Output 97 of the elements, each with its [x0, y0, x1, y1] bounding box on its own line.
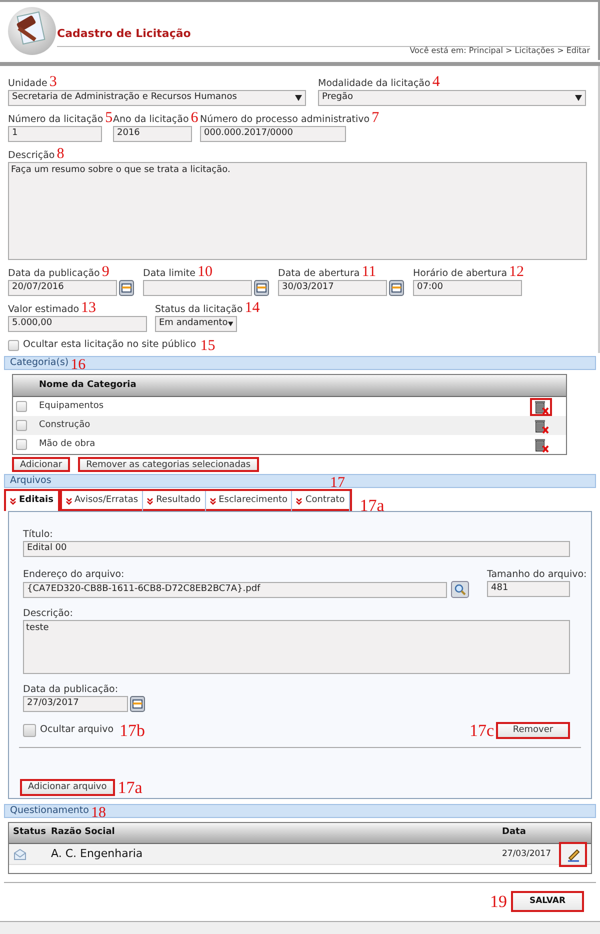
- column-header: Status: [12, 826, 47, 840]
- caret-icon: [228, 321, 233, 327]
- checkbox[interactable]: [8, 340, 19, 351]
- field-label: Título:: [23, 529, 53, 540]
- double-chevron-icon: [296, 498, 302, 504]
- annotation-number: 6: [190, 111, 198, 125]
- table-cell-text: Construção: [39, 418, 92, 432]
- text-field[interactable]: 5.000,00: [8, 316, 147, 332]
- text-area[interactable]: Faça um resumo sobre o que se trata a licitação.: [8, 162, 587, 260]
- text-field[interactable]: {CA7ED320-CB8B-1611-6CB8-D72C8EB2BC7A}.pdf: [23, 582, 447, 598]
- calendar-icon[interactable]: [389, 280, 404, 296]
- text-field[interactable]: Edital 00: [23, 541, 570, 557]
- annotation-number: 8: [56, 147, 64, 161]
- section-title: Arquivos: [10, 474, 52, 488]
- table-cell-text: Equipamentos: [39, 400, 105, 413]
- field-label: Data limite: [143, 268, 196, 279]
- field-label: Unidade: [8, 78, 48, 89]
- date-field[interactable]: [143, 280, 252, 296]
- dropdown[interactable]: Secretaria de Administração e Recursos Humanos: [8, 90, 306, 106]
- text-field[interactable]: 1: [8, 126, 102, 142]
- checkbox[interactable]: [16, 420, 27, 431]
- field-label: Tamanho do arquivo:: [487, 569, 587, 580]
- search-icon[interactable]: [451, 581, 469, 598]
- text-field[interactable]: 2016: [113, 126, 192, 142]
- field-label: Descrição: [8, 150, 55, 161]
- annotation-number: 3: [49, 75, 57, 89]
- button[interactable]: Remover as categorias selecionadas: [78, 457, 259, 472]
- table-cell-text: A. C. Engenharia: [51, 846, 144, 862]
- checkbox[interactable]: [16, 439, 27, 450]
- double-chevron-icon: [10, 498, 16, 504]
- calendar-icon[interactable]: [130, 696, 145, 712]
- field-label: Data de abertura: [278, 268, 360, 279]
- text-area[interactable]: teste: [23, 620, 570, 674]
- annotation-number: 17: [330, 475, 345, 491]
- annotation-number: 18: [90, 806, 106, 820]
- annotation-number: 15: [200, 338, 216, 352]
- annotation-number: 4: [432, 75, 440, 89]
- date-field[interactable]: 27/03/2017: [23, 696, 128, 712]
- column-header: Razão Social: [51, 826, 116, 840]
- double-chevron-icon: [210, 498, 216, 504]
- text-field[interactable]: 000.000.2017/0000: [200, 126, 346, 142]
- pencil-icon[interactable]: [559, 842, 587, 866]
- dropdown[interactable]: Pregão: [318, 90, 586, 106]
- annotation-number: 11: [362, 265, 376, 279]
- dropdown[interactable]: Em andamento: [155, 316, 237, 332]
- annotation-number: 14: [244, 301, 260, 315]
- envelope-icon: [14, 848, 26, 860]
- table-cell-text: Mão de obra: [39, 438, 96, 451]
- save-button[interactable]: SALVAR: [511, 891, 584, 912]
- caret-icon: [295, 95, 302, 101]
- gavel-logo-icon: [7, 6, 57, 56]
- annotation-number: 9: [102, 265, 110, 279]
- annotation-number: 12: [509, 265, 524, 279]
- date-field[interactable]: 30/03/2017: [278, 280, 387, 296]
- field-label: Número do processo administrativo: [200, 114, 370, 125]
- column-header: Nome da Categoria: [39, 378, 136, 392]
- checkbox[interactable]: [16, 401, 27, 412]
- annotation-number: 13: [81, 301, 96, 315]
- field-label: Data da publicação: [8, 268, 100, 279]
- field-label: Data da publicação:: [23, 684, 118, 695]
- field-label: Status da licitação: [155, 304, 243, 315]
- calendar-icon[interactable]: [254, 280, 269, 296]
- caret-icon: [575, 95, 582, 101]
- section-title: Questionamento: [10, 804, 89, 818]
- annotation-number: 7: [372, 111, 380, 125]
- field-label: Modalidade da licitação: [318, 78, 430, 89]
- text-field[interactable]: 481: [487, 581, 570, 597]
- annotation-number: 17b: [120, 724, 146, 738]
- field-label: Valor estimado: [8, 304, 80, 315]
- section-title: Categoria(s): [10, 356, 69, 370]
- annotation-number: 17a: [118, 780, 142, 794]
- field-label: Ano da licitação: [113, 114, 189, 125]
- annotation-number: 5: [105, 111, 113, 125]
- checkbox-label: Ocultar arquivo: [40, 723, 114, 738]
- annotation-number: 17c: [469, 724, 494, 738]
- field-label: Descrição:: [23, 608, 73, 619]
- table-cell-text: 27/03/2017: [502, 848, 552, 860]
- button[interactable]: Adicionar arquivo: [20, 779, 115, 796]
- checkbox-label: Ocultar esta licitação no site público: [23, 338, 196, 352]
- column-header: Data: [502, 826, 526, 840]
- field-label: Horário de abertura: [413, 268, 508, 279]
- annotation-number: 16: [70, 358, 86, 372]
- annotation-number: 19: [490, 894, 507, 908]
- annotation-number: 10: [197, 265, 212, 279]
- breadcrumb: Você está em: Principal > Licitações > Editar: [410, 45, 590, 57]
- field-label: Número da licitação: [8, 114, 104, 125]
- page-title: Cadastro de Licitação: [57, 27, 191, 40]
- date-field[interactable]: 20/07/2016: [8, 280, 117, 296]
- double-chevron-icon: [66, 498, 72, 504]
- calendar-icon[interactable]: [119, 280, 134, 296]
- annotation-number: 17a: [360, 499, 384, 513]
- field-label: Endereço do arquivo:: [23, 569, 124, 580]
- checkbox[interactable]: [23, 724, 36, 737]
- double-chevron-icon: [147, 498, 154, 504]
- text-field[interactable]: 07:00: [413, 280, 522, 296]
- button[interactable]: Remover: [496, 722, 570, 739]
- button[interactable]: Adicionar: [12, 457, 70, 472]
